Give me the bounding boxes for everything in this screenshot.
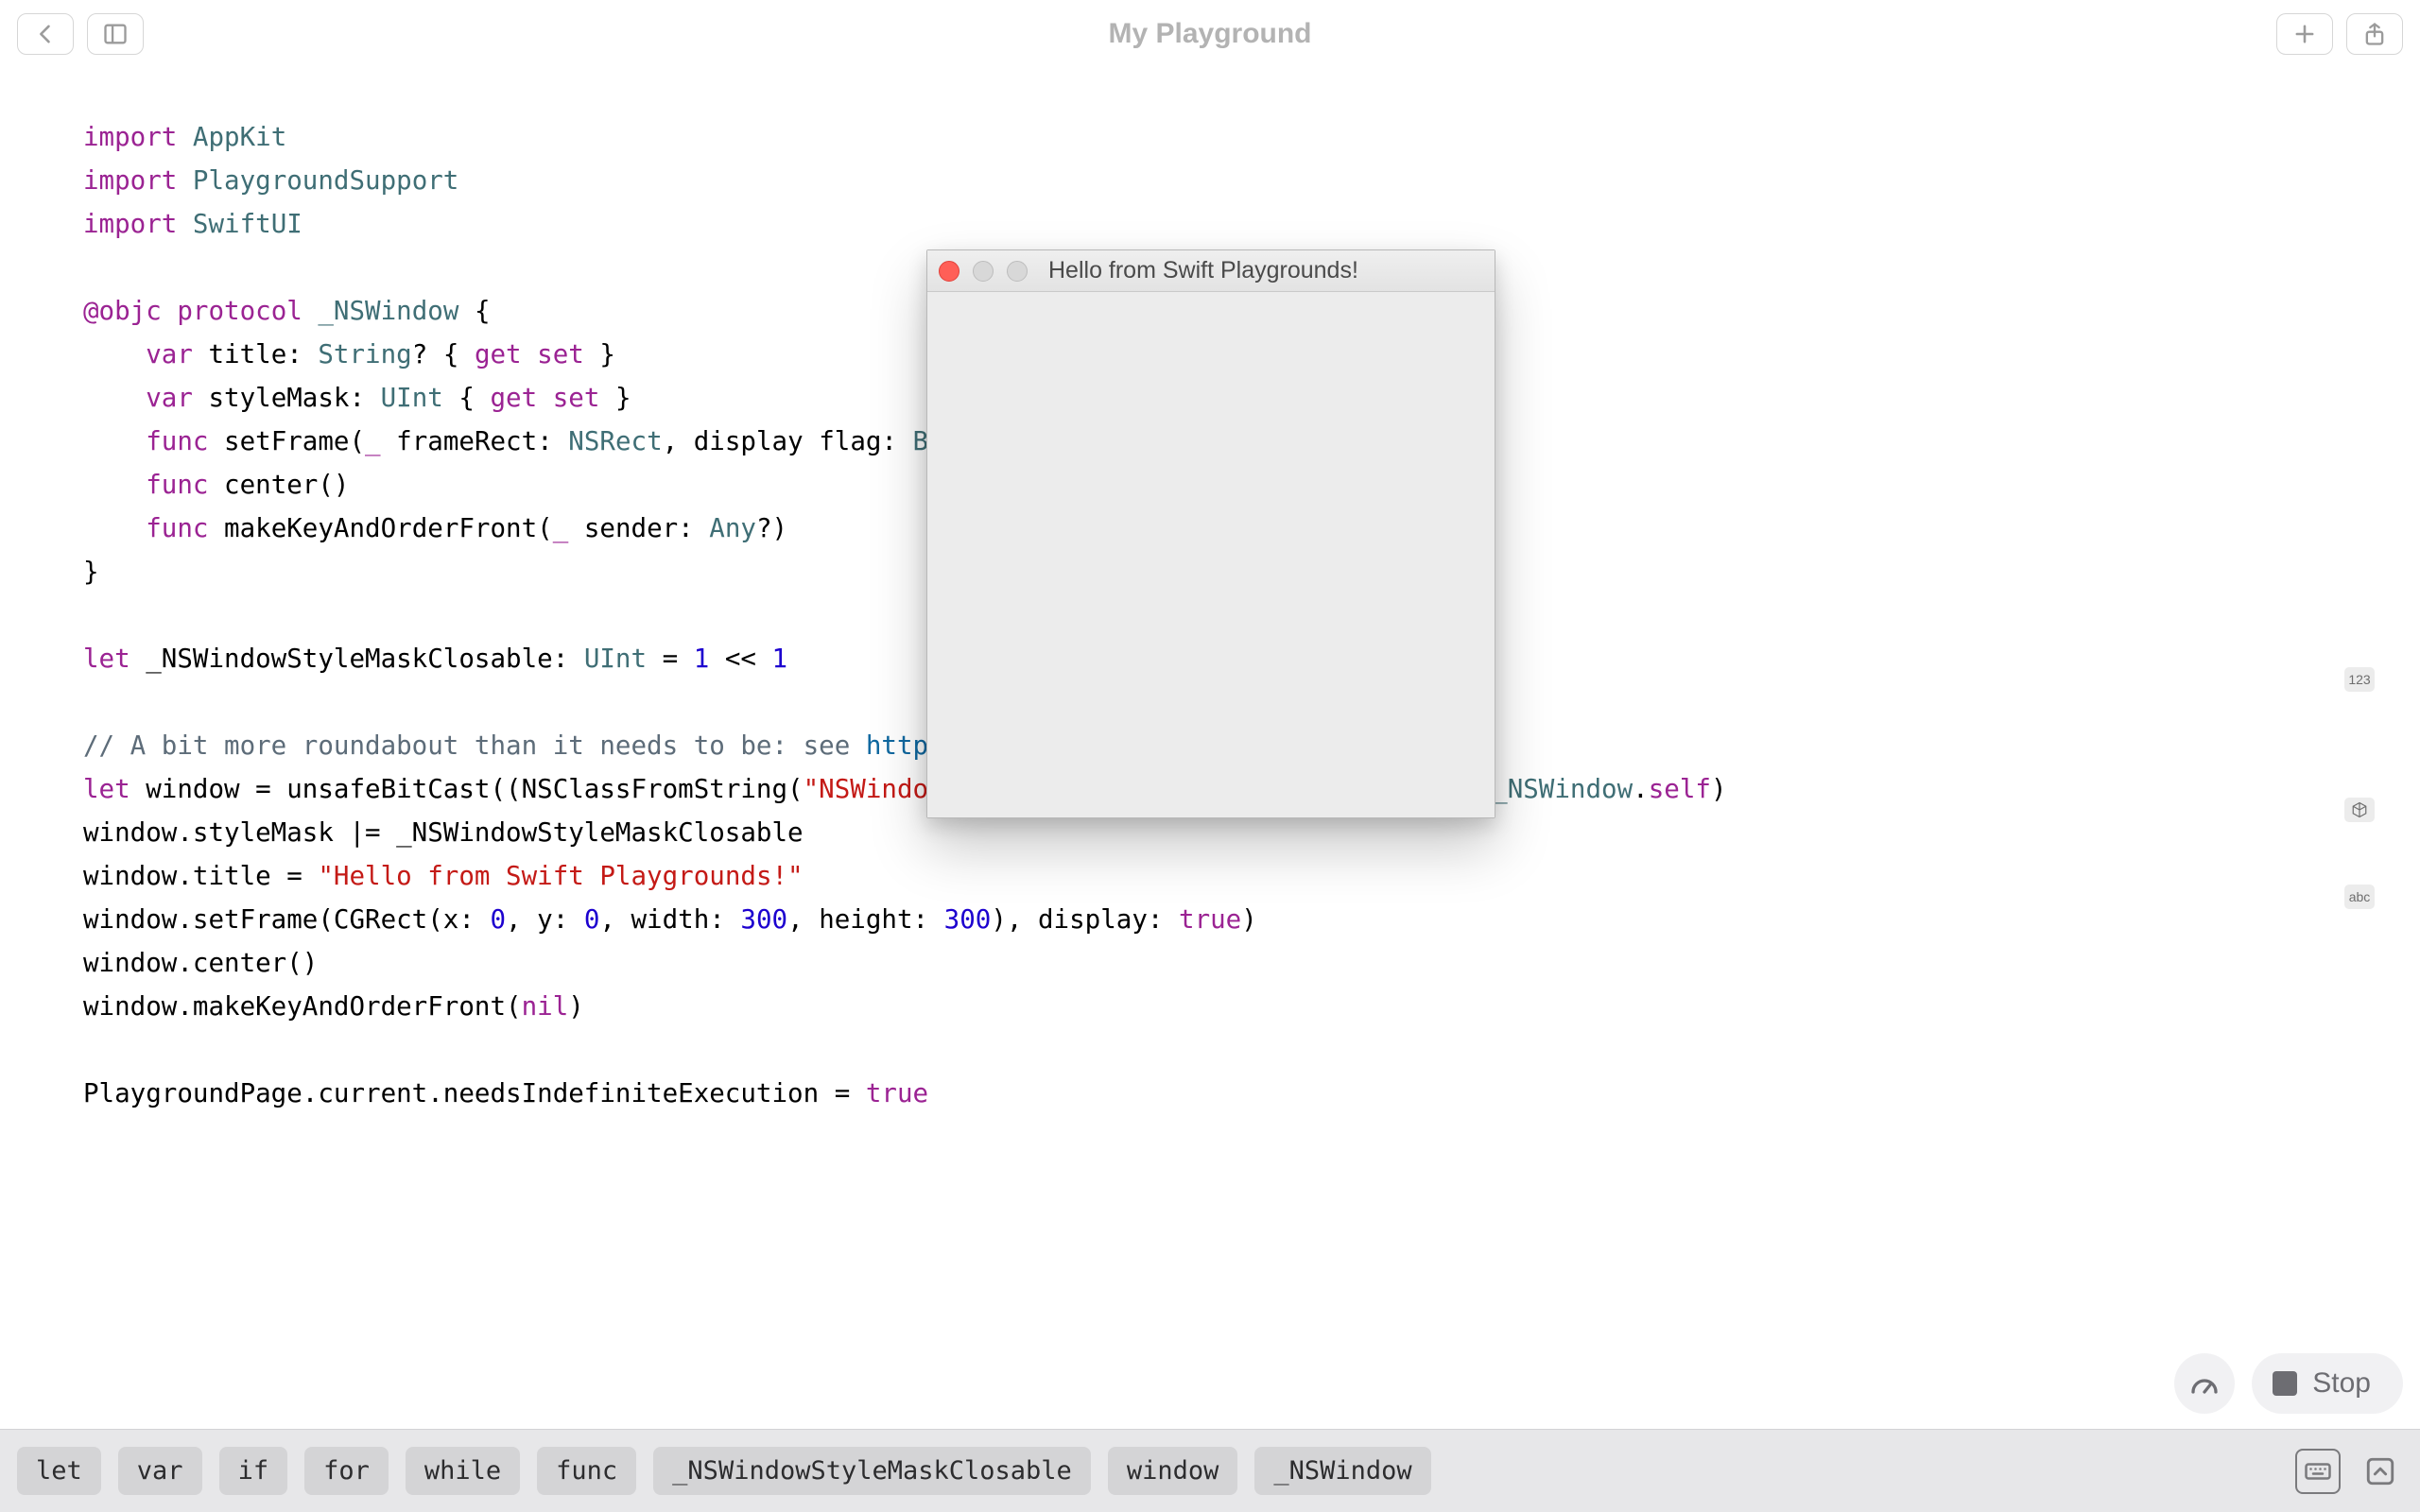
result-badge-numeric[interactable]: 123 <box>2344 667 2375 692</box>
toolbar-right-group <box>2276 13 2403 55</box>
stop-button-label: Stop <box>2312 1367 2371 1400</box>
code-line[interactable] <box>83 1028 2382 1072</box>
cube-icon <box>2351 801 2368 818</box>
gauge-icon <box>2187 1366 2221 1400</box>
keyboard-icon <box>2304 1457 2332 1486</box>
result-badge-text[interactable]: abc <box>2344 885 2375 909</box>
chevron-up-boxed-icon <box>2364 1455 2396 1487</box>
expand-suggestions-button[interactable] <box>2358 1449 2403 1494</box>
code-line[interactable]: import SwiftUI <box>83 202 2382 246</box>
code-line[interactable]: window.makeKeyAndOrderFront(nil) <box>83 985 2382 1028</box>
stop-icon <box>2273 1371 2297 1396</box>
execution-controls: Stop <box>2174 1353 2403 1414</box>
stop-button[interactable]: Stop <box>2252 1353 2403 1414</box>
zoom-icon <box>1007 261 1028 282</box>
run-speed-button[interactable] <box>2174 1353 2235 1414</box>
sidebar-icon <box>102 21 129 47</box>
plus-icon <box>2291 21 2318 47</box>
keyboard-button[interactable] <box>2295 1449 2341 1494</box>
share-icon <box>2361 21 2388 47</box>
code-line[interactable]: window.setFrame(CGRect(x: 0, y: 0, width… <box>83 898 2382 941</box>
page-title: My Playground <box>1108 18 1311 50</box>
top-toolbar: My Playground <box>0 0 2420 68</box>
code-line[interactable]: window.center() <box>83 941 2382 985</box>
live-window-titlebar[interactable]: Hello from Swift Playgrounds! <box>927 250 1495 292</box>
suggestion-bar: letvariffor while func _NSWindowStyleMaskCl… <box>0 1429 2420 1512</box>
suggestion-chip[interactable]: _NSWindow <box>1254 1447 1430 1495</box>
code-line[interactable]: window.title = "Hello from Swift Playgro… <box>83 854 2382 898</box>
suggestion-chip[interactable]: let <box>17 1447 101 1495</box>
result-badge-object[interactable] <box>2344 798 2375 822</box>
add-button[interactable] <box>2276 13 2333 55</box>
back-button[interactable] <box>17 13 74 55</box>
code-line[interactable]: PlaygroundPage.current.needsIndefiniteEx… <box>83 1072 2382 1115</box>
chevron-left-icon <box>32 21 59 47</box>
suggestion-chip[interactable]: func <box>537 1447 636 1495</box>
code-line[interactable]: import PlaygroundSupport <box>83 159 2382 202</box>
suggestion-chip[interactable]: while <box>406 1447 520 1495</box>
minimize-icon <box>973 261 994 282</box>
suggestion-chip[interactable]: window <box>1108 1447 1238 1495</box>
suggestion-chip[interactable]: if <box>219 1447 288 1495</box>
suggestion-chip[interactable]: _NSWindowStyleMaskClosable <box>653 1447 1091 1495</box>
sidebar-toggle-button[interactable] <box>87 13 144 55</box>
toolbar-left-group <box>17 13 144 55</box>
live-window-title: Hello from Swift Playgrounds! <box>1048 257 1483 284</box>
suggestion-chips: letvariffor while func _NSWindowStyleMaskCl… <box>17 1447 1431 1495</box>
close-icon[interactable] <box>939 261 959 282</box>
suggestion-chip[interactable]: for <box>304 1447 389 1495</box>
live-output-window[interactable]: Hello from Swift Playgrounds! <box>926 249 1495 818</box>
live-window-body <box>927 292 1495 817</box>
code-line[interactable]: import AppKit <box>83 115 2382 159</box>
share-button[interactable] <box>2346 13 2403 55</box>
suggestion-chip[interactable]: var <box>118 1447 202 1495</box>
